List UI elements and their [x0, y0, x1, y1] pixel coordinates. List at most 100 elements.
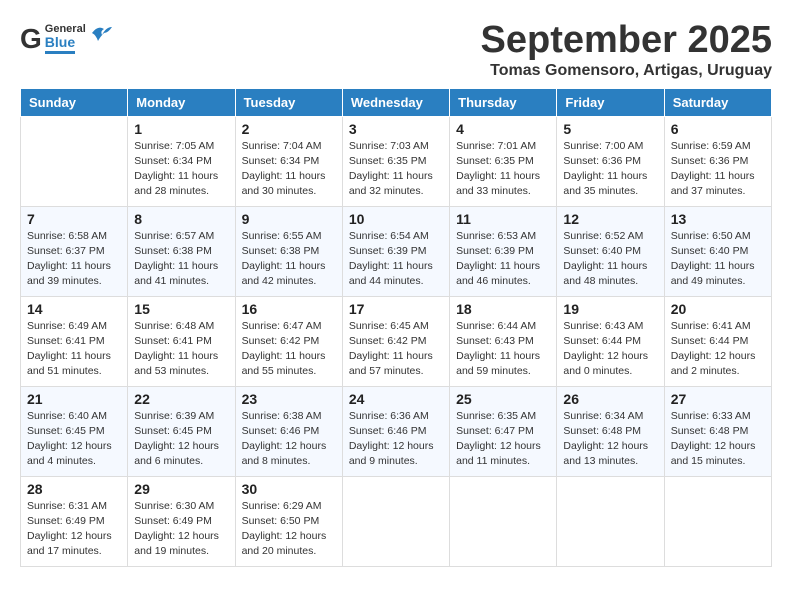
day-info: Sunrise: 6:39 AM Sunset: 6:45 PM Dayligh… — [134, 409, 228, 470]
calendar-cell — [342, 476, 449, 566]
calendar-cell: 20 Sunrise: 6:41 AM Sunset: 6:44 PM Dayli… — [664, 296, 771, 386]
calendar-cell: 21 Sunrise: 6:40 AM Sunset: 6:45 PM Dayli… — [21, 386, 128, 476]
day-info: Sunrise: 6:30 AM Sunset: 6:49 PM Dayligh… — [134, 499, 228, 560]
calendar-cell: 10Sunrise: 6:54 AM Sunset: 6:39 PM Dayli… — [342, 206, 449, 296]
day-number: 2 — [242, 121, 336, 137]
calendar-cell: 2 Sunrise: 7:04 AM Sunset: 6:34 PM Daylig… — [235, 116, 342, 206]
day-number: 9 — [242, 211, 336, 227]
day-number: 10 — [349, 211, 443, 227]
day-number: 26 — [563, 391, 657, 407]
calendar-cell: 27Sunrise: 6:33 AM Sunset: 6:48 PM Dayli… — [664, 386, 771, 476]
calendar-cell: 11Sunrise: 6:53 AM Sunset: 6:39 PM Dayli… — [450, 206, 557, 296]
day-number: 11 — [456, 211, 550, 227]
calendar-cell: 6 Sunrise: 6:59 AM Sunset: 6:36 PM Daylig… — [664, 116, 771, 206]
calendar-cell: 23 Sunrise: 6:38 AM Sunset: 6:46 PM Dayli… — [235, 386, 342, 476]
calendar-cell: 3Sunrise: 7:03 AM Sunset: 6:35 PM Daylig… — [342, 116, 449, 206]
calendar-week-row: 1Sunrise: 7:05 AM Sunset: 6:34 PM Daylig… — [21, 116, 772, 206]
day-info: Sunrise: 6:50 AM Sunset: 6:40 PM Dayligh… — [671, 229, 765, 290]
day-info: Sunrise: 7:01 AM Sunset: 6:35 PM Dayligh… — [456, 139, 550, 200]
weekday-header: Monday — [128, 88, 235, 116]
day-number: 7 — [27, 211, 121, 227]
day-info: Sunrise: 6:45 AM Sunset: 6:42 PM Dayligh… — [349, 319, 443, 380]
calendar-cell: 26 Sunrise: 6:34 AM Sunset: 6:48 PM Dayli… — [557, 386, 664, 476]
day-number: 23 — [242, 391, 336, 407]
calendar-cell: 15 Sunrise: 6:48 AM Sunset: 6:41 PM Dayli… — [128, 296, 235, 386]
day-number: 14 — [27, 301, 121, 317]
month-title: September 2025 — [481, 20, 773, 62]
day-number: 5 — [563, 121, 657, 137]
day-info: Sunrise: 6:34 AM Sunset: 6:48 PM Dayligh… — [563, 409, 657, 470]
calendar-week-row: 21 Sunrise: 6:40 AM Sunset: 6:45 PM Dayli… — [21, 386, 772, 476]
day-number: 25 — [456, 391, 550, 407]
day-info: Sunrise: 6:48 AM Sunset: 6:41 PM Dayligh… — [134, 319, 228, 380]
day-number: 22 — [134, 391, 228, 407]
day-info: Sunrise: 6:58 AM Sunset: 6:37 PM Dayligh… — [27, 229, 121, 290]
weekday-header: Tuesday — [235, 88, 342, 116]
weekday-header: Sunday — [21, 88, 128, 116]
day-number: 4 — [456, 121, 550, 137]
day-info: Sunrise: 7:03 AM Sunset: 6:35 PM Dayligh… — [349, 139, 443, 200]
calendar-cell: 25 Sunrise: 6:35 AM Sunset: 6:47 PM Dayli… — [450, 386, 557, 476]
day-info: Sunrise: 6:29 AM Sunset: 6:50 PM Dayligh… — [242, 499, 336, 560]
day-info: Sunrise: 6:47 AM Sunset: 6:42 PM Dayligh… — [242, 319, 336, 380]
day-info: Sunrise: 6:35 AM Sunset: 6:47 PM Dayligh… — [456, 409, 550, 470]
day-number: 6 — [671, 121, 765, 137]
day-info: Sunrise: 7:00 AM Sunset: 6:36 PM Dayligh… — [563, 139, 657, 200]
calendar-header-row: SundayMondayTuesdayWednesdayThursdayFrid… — [21, 88, 772, 116]
title-section: September 2025 Tomas Gomensoro, Artigas,… — [481, 20, 773, 80]
calendar-cell: 13 Sunrise: 6:50 AM Sunset: 6:40 PM Dayli… — [664, 206, 771, 296]
calendar-cell — [450, 476, 557, 566]
calendar-cell: 14 Sunrise: 6:49 AM Sunset: 6:41 PM Dayli… — [21, 296, 128, 386]
day-number: 29 — [134, 481, 228, 497]
day-number: 18 — [456, 301, 550, 317]
page-header: G General Blue September 2025 Tomas Gome… — [20, 20, 772, 80]
day-number: 30 — [242, 481, 336, 497]
day-info: Sunrise: 6:41 AM Sunset: 6:44 PM Dayligh… — [671, 319, 765, 380]
weekday-header: Thursday — [450, 88, 557, 116]
weekday-header: Saturday — [664, 88, 771, 116]
day-number: 19 — [563, 301, 657, 317]
logo-blue: Blue — [45, 35, 75, 54]
calendar-cell: 7 Sunrise: 6:58 AM Sunset: 6:37 PM Daylig… — [21, 206, 128, 296]
day-number: 28 — [27, 481, 121, 497]
day-number: 27 — [671, 391, 765, 407]
weekday-header: Wednesday — [342, 88, 449, 116]
calendar-cell: 9 Sunrise: 6:55 AM Sunset: 6:38 PM Daylig… — [235, 206, 342, 296]
location-title: Tomas Gomensoro, Artigas, Uruguay — [481, 62, 773, 80]
logo-g-letter: G — [20, 25, 42, 53]
day-info: Sunrise: 6:40 AM Sunset: 6:45 PM Dayligh… — [27, 409, 121, 470]
day-info: Sunrise: 6:36 AM Sunset: 6:46 PM Dayligh… — [349, 409, 443, 470]
calendar-cell: 29 Sunrise: 6:30 AM Sunset: 6:49 PM Dayli… — [128, 476, 235, 566]
day-number: 16 — [242, 301, 336, 317]
day-number: 17 — [349, 301, 443, 317]
calendar-cell: 12 Sunrise: 6:52 AM Sunset: 6:40 PM Dayli… — [557, 206, 664, 296]
logo-bird-icon — [90, 23, 112, 48]
calendar-cell: 16 Sunrise: 6:47 AM Sunset: 6:42 PM Dayli… — [235, 296, 342, 386]
calendar-cell: 18Sunrise: 6:44 AM Sunset: 6:43 PM Dayli… — [450, 296, 557, 386]
calendar-cell — [557, 476, 664, 566]
calendar-cell — [664, 476, 771, 566]
day-info: Sunrise: 6:52 AM Sunset: 6:40 PM Dayligh… — [563, 229, 657, 290]
day-info: Sunrise: 6:43 AM Sunset: 6:44 PM Dayligh… — [563, 319, 657, 380]
weekday-header: Friday — [557, 88, 664, 116]
calendar-cell: 22 Sunrise: 6:39 AM Sunset: 6:45 PM Dayli… — [128, 386, 235, 476]
logo: G General Blue — [20, 24, 112, 54]
day-info: Sunrise: 6:59 AM Sunset: 6:36 PM Dayligh… — [671, 139, 765, 200]
day-number: 15 — [134, 301, 228, 317]
day-info: Sunrise: 7:04 AM Sunset: 6:34 PM Dayligh… — [242, 139, 336, 200]
calendar-cell: 5 Sunrise: 7:00 AM Sunset: 6:36 PM Daylig… — [557, 116, 664, 206]
day-number: 21 — [27, 391, 121, 407]
day-info: Sunrise: 6:55 AM Sunset: 6:38 PM Dayligh… — [242, 229, 336, 290]
calendar-week-row: 7 Sunrise: 6:58 AM Sunset: 6:37 PM Daylig… — [21, 206, 772, 296]
calendar-cell: 17 Sunrise: 6:45 AM Sunset: 6:42 PM Dayli… — [342, 296, 449, 386]
day-info: Sunrise: 7:05 AM Sunset: 6:34 PM Dayligh… — [134, 139, 228, 200]
day-number: 12 — [563, 211, 657, 227]
calendar-cell: 8Sunrise: 6:57 AM Sunset: 6:38 PM Daylig… — [128, 206, 235, 296]
day-info: Sunrise: 6:49 AM Sunset: 6:41 PM Dayligh… — [27, 319, 121, 380]
calendar-table: SundayMondayTuesdayWednesdayThursdayFrid… — [20, 88, 772, 567]
day-number: 13 — [671, 211, 765, 227]
calendar-cell: 24Sunrise: 6:36 AM Sunset: 6:46 PM Dayli… — [342, 386, 449, 476]
day-info: Sunrise: 6:31 AM Sunset: 6:49 PM Dayligh… — [27, 499, 121, 560]
day-number: 20 — [671, 301, 765, 317]
day-info: Sunrise: 6:38 AM Sunset: 6:46 PM Dayligh… — [242, 409, 336, 470]
